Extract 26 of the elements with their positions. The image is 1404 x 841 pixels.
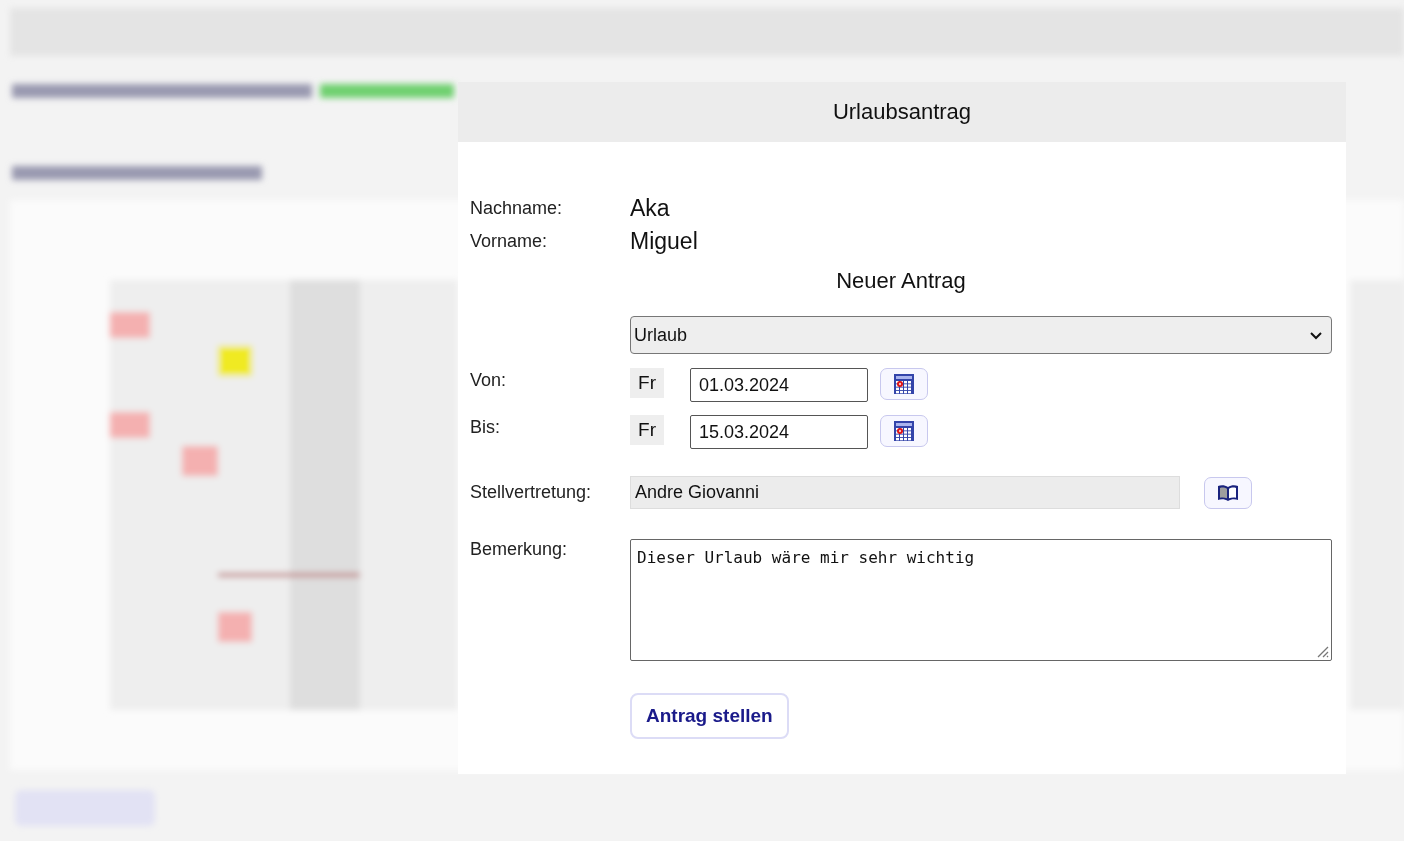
chevron-down-icon (1309, 330, 1323, 340)
weekday-label: Fr (630, 415, 664, 445)
field-label: Bemerkung: (470, 539, 569, 560)
resize-grip-icon (1315, 644, 1329, 658)
field-label: Von: (470, 369, 508, 391)
field-label: Stellvertretung: (470, 482, 593, 503)
calendar-icon (893, 373, 915, 395)
address-book-button[interactable] (1204, 476, 1252, 509)
date-field[interactable]: 15.03.2024 (690, 415, 868, 449)
type-dropdown[interactable]: Urlaub (630, 316, 1332, 354)
deputy-field[interactable]: Andre Giovanni (630, 476, 1180, 509)
dialog-title: Urlaubsantrag (832, 99, 972, 125)
calendar-button[interactable] (880, 415, 928, 447)
field-label: Bis: (470, 416, 501, 438)
field-value: Aka (630, 194, 671, 223)
calendar-icon (893, 420, 915, 442)
field-label: Vorname: (470, 231, 549, 252)
remark-textarea[interactable]: Dieser Urlaub wäre mir sehr wichtig (630, 539, 1332, 661)
section-title: Neuer Antrag (835, 268, 967, 294)
weekday-label: Fr (630, 368, 664, 398)
calendar-button[interactable] (880, 368, 928, 400)
book-icon (1216, 483, 1240, 502)
field-value: Miguel (630, 227, 699, 256)
submit-button[interactable]: Antrag stellen (630, 693, 789, 739)
date-field[interactable]: 01.03.2024 (690, 368, 868, 402)
field-label: Nachname: (470, 198, 564, 219)
